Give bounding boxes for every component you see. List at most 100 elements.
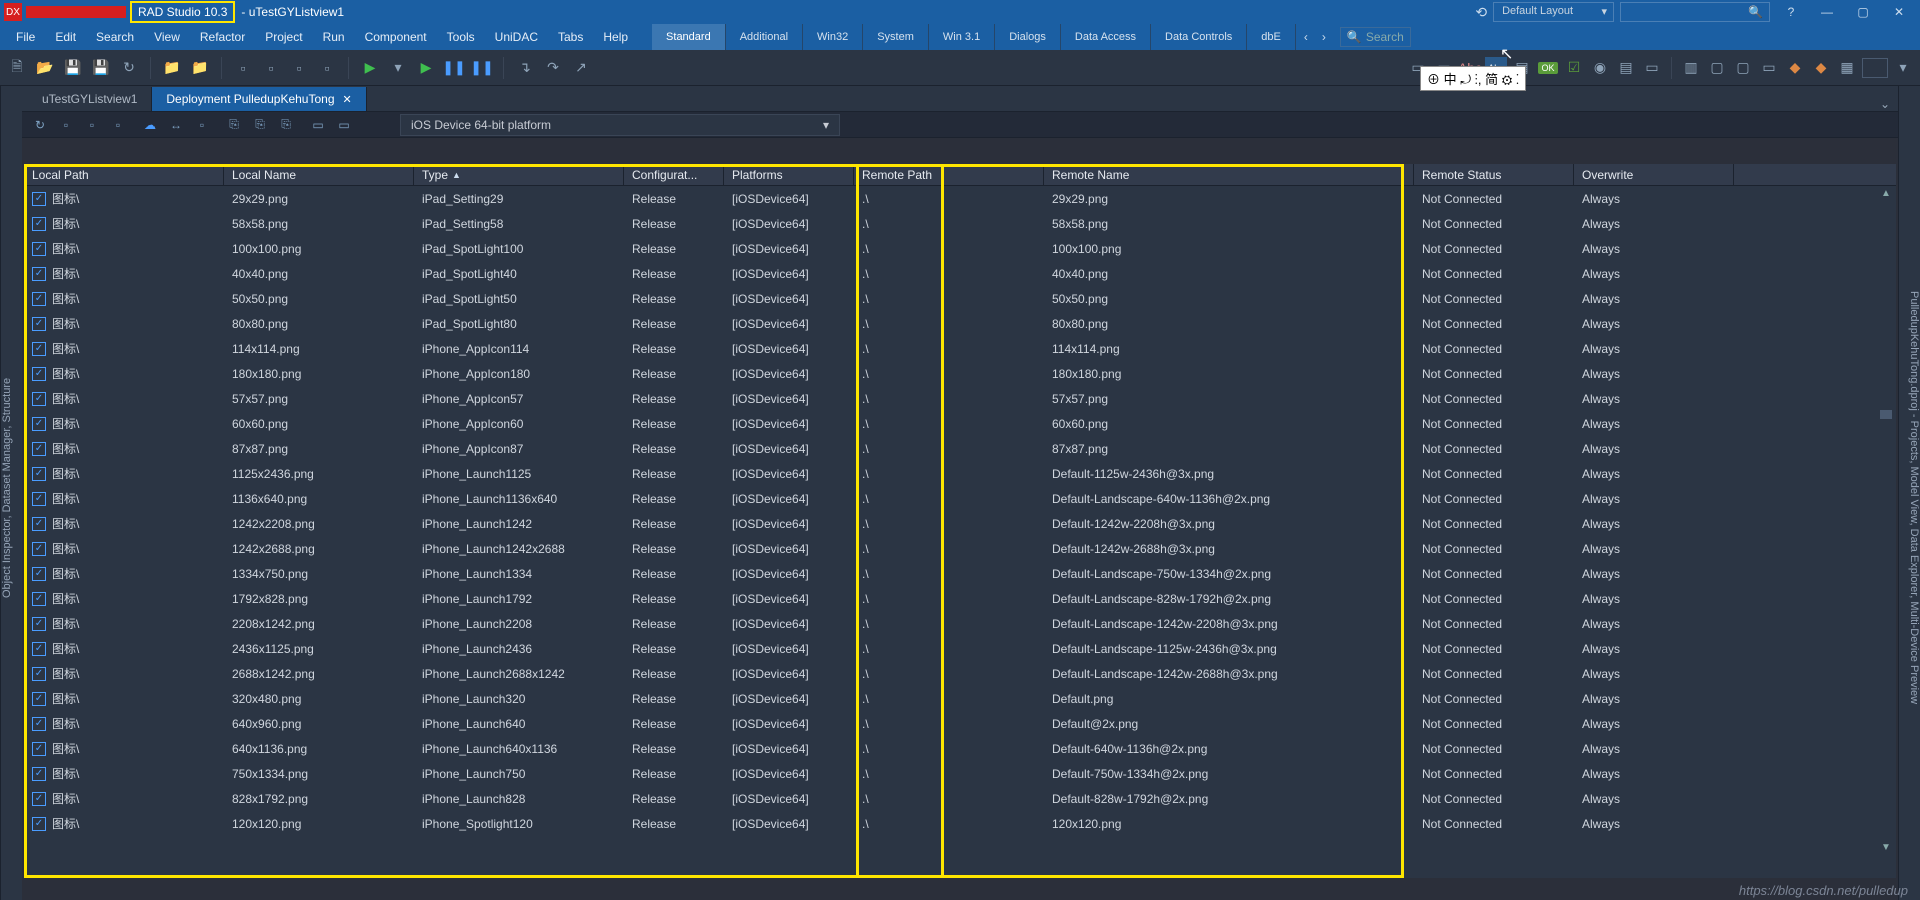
row-checkbox[interactable]: ✓	[32, 342, 46, 356]
right-dock-tabs[interactable]: PulledupKehuTong.dproj - Projects, Model…	[1898, 86, 1920, 900]
deploy-add-icon[interactable]: ▫	[56, 115, 76, 135]
run-icon[interactable]: ▶	[359, 57, 381, 79]
deploy-connect-icon[interactable]: ↔	[166, 115, 186, 135]
row-checkbox[interactable]: ✓	[32, 317, 46, 331]
deploy-refresh-icon[interactable]: ↻	[30, 115, 50, 135]
page-icon[interactable]: ▫	[232, 57, 254, 79]
table-row[interactable]: ✓图标\87x87.pngiPhone_AppIcon87Release[iOS…	[24, 436, 1896, 461]
table-row[interactable]: ✓图标\180x180.pngiPhone_AppIcon180Release[…	[24, 361, 1896, 386]
palette-tab-standard[interactable]: Standard	[652, 24, 726, 50]
palette-tab-dbe[interactable]: dbE	[1247, 24, 1296, 50]
row-checkbox[interactable]: ✓	[32, 692, 46, 706]
col-header[interactable]: Local Path	[24, 164, 224, 185]
table-row[interactable]: ✓图标\29x29.pngiPad_Setting29Release[iOSDe…	[24, 186, 1896, 211]
menu-search[interactable]: Search	[86, 30, 144, 44]
col-header[interactable]: Local Name	[224, 164, 414, 185]
row-checkbox[interactable]: ✓	[32, 667, 46, 681]
row-checkbox[interactable]: ✓	[32, 392, 46, 406]
step-into-icon[interactable]: ↴	[514, 57, 536, 79]
table-row[interactable]: ✓图标\640x1136.pngiPhone_Launch640x1136Rel…	[24, 736, 1896, 761]
page-del-icon[interactable]: ▫	[288, 57, 310, 79]
col-header[interactable]: Type▲	[414, 164, 624, 185]
minimize-button[interactable]: —	[1812, 2, 1842, 22]
row-checkbox[interactable]: ✓	[32, 367, 46, 381]
palette-prev-icon[interactable]: ‹	[1298, 30, 1314, 44]
palette-tab-win31[interactable]: Win 3.1	[929, 24, 995, 50]
tab-close-icon[interactable]: ✕	[343, 93, 352, 106]
col-header[interactable]: Configurat...	[624, 164, 724, 185]
table-row[interactable]: ✓图标\2688x1242.pngiPhone_Launch2688x1242R…	[24, 661, 1896, 686]
menu-edit[interactable]: Edit	[45, 30, 86, 44]
help-button[interactable]: ?	[1776, 2, 1806, 22]
ide-search[interactable]: 🔍	[1620, 2, 1770, 22]
new-icon[interactable]: 🗎	[6, 57, 28, 79]
row-checkbox[interactable]: ✓	[32, 267, 46, 281]
col-header[interactable]: Remote Status	[1414, 164, 1574, 185]
left-dock-tabs[interactable]: Object Inspector, Dataset Manager, Struc…	[0, 86, 22, 900]
row-checkbox[interactable]: ✓	[32, 542, 46, 556]
row-checkbox[interactable]: ✓	[32, 792, 46, 806]
maximize-button[interactable]: ▢	[1848, 2, 1878, 22]
palette-tab-dialogs[interactable]: Dialogs	[995, 24, 1061, 50]
save-icon[interactable]: 💾	[62, 57, 84, 79]
palette-search[interactable]: 🔍 Search	[1340, 27, 1411, 47]
table-row[interactable]: ✓图标\1136x640.pngiPhone_Launch1136x640Rel…	[24, 486, 1896, 511]
menu-unidac[interactable]: UniDAC	[485, 30, 548, 44]
stop-icon[interactable]: ❚❚	[471, 57, 493, 79]
deploy-cloud-icon[interactable]: ☁	[140, 115, 160, 135]
grid-body[interactable]: ✓图标\29x29.pngiPad_Setting29Release[iOSDe…	[24, 186, 1896, 878]
more-icon[interactable]: ▾	[1892, 57, 1914, 79]
row-checkbox[interactable]: ✓	[32, 242, 46, 256]
table-row[interactable]: ✓图标\60x60.pngiPhone_AppIcon60Release[iOS…	[24, 411, 1896, 436]
row-checkbox[interactable]: ✓	[32, 767, 46, 781]
run-without-debug-icon[interactable]: ▶	[415, 57, 437, 79]
col-header[interactable]: Overwrite	[1574, 164, 1734, 185]
palette-tab-dataaccess[interactable]: Data Access	[1061, 24, 1151, 50]
row-checkbox[interactable]: ✓	[32, 742, 46, 756]
menu-project[interactable]: Project	[255, 30, 312, 44]
expand-tabs-icon[interactable]: ⌄	[1880, 97, 1890, 111]
layout-selector[interactable]: Default Layout	[1493, 2, 1614, 22]
folder-remove-icon[interactable]: 📁	[189, 57, 211, 79]
scroll-down-icon[interactable]: ▼	[1878, 842, 1894, 858]
table-row[interactable]: ✓图标\750x1334.pngiPhone_Launch750Release[…	[24, 761, 1896, 786]
scroll-thumb[interactable]	[1880, 410, 1892, 419]
table-row[interactable]: ✓图标\320x480.pngiPhone_Launch320Release[i…	[24, 686, 1896, 711]
row-checkbox[interactable]: ✓	[32, 817, 46, 831]
pause-icon[interactable]: ❚❚	[443, 57, 465, 79]
row-checkbox[interactable]: ✓	[32, 517, 46, 531]
scroll-up-icon[interactable]: ▲	[1878, 188, 1894, 204]
close-button[interactable]: ✕	[1884, 2, 1914, 22]
row-checkbox[interactable]: ✓	[32, 217, 46, 231]
deploy-add2-icon[interactable]: ▫	[82, 115, 102, 135]
scrollbar-icon[interactable]: ▥	[1680, 57, 1702, 79]
deploy-folder-icon[interactable]: ▭	[334, 115, 354, 135]
deploy-copy2-icon[interactable]: ⎘	[250, 115, 270, 135]
row-checkbox[interactable]: ✓	[32, 442, 46, 456]
checkbox-icon[interactable]: ☑	[1563, 57, 1585, 79]
table-row[interactable]: ✓图标\828x1792.pngiPhone_Launch828Release[…	[24, 786, 1896, 811]
table-row[interactable]: ✓图标\1125x2436.pngiPhone_Launch1125Releas…	[24, 461, 1896, 486]
vertical-scrollbar[interactable]: ▲ ▼	[1878, 188, 1894, 858]
row-checkbox[interactable]: ✓	[32, 592, 46, 606]
open-icon[interactable]: 📂	[34, 57, 56, 79]
desktop-sync-icon[interactable]: ⟲	[1475, 4, 1487, 21]
row-checkbox[interactable]: ✓	[32, 642, 46, 656]
table-row[interactable]: ✓图标\1792x828.pngiPhone_Launch1792Release…	[24, 586, 1896, 611]
row-checkbox[interactable]: ✓	[32, 417, 46, 431]
page-x-icon[interactable]: ▫	[316, 57, 338, 79]
row-checkbox[interactable]: ✓	[32, 492, 46, 506]
table-row[interactable]: ✓图标\100x100.pngiPad_SpotLight100Release[…	[24, 236, 1896, 261]
refresh-icon[interactable]: ↻	[118, 57, 140, 79]
menu-help[interactable]: Help	[593, 30, 638, 44]
table-row[interactable]: ✓图标\50x50.pngiPad_SpotLight50Release[iOS…	[24, 286, 1896, 311]
groupbox-icon[interactable]: ▢	[1706, 57, 1728, 79]
menu-tabs[interactable]: Tabs	[548, 30, 593, 44]
deploy-filter-icon[interactable]: ▭	[308, 115, 328, 135]
run-dropdown-icon[interactable]: ▾	[387, 57, 409, 79]
table-row[interactable]: ✓图标\640x960.pngiPhone_Launch640Release[i…	[24, 711, 1896, 736]
pages-icon[interactable]: ▫	[260, 57, 282, 79]
menu-tools[interactable]: Tools	[437, 30, 485, 44]
palette-tab-additional[interactable]: Additional	[726, 24, 803, 50]
drop-target[interactable]	[1862, 58, 1888, 78]
